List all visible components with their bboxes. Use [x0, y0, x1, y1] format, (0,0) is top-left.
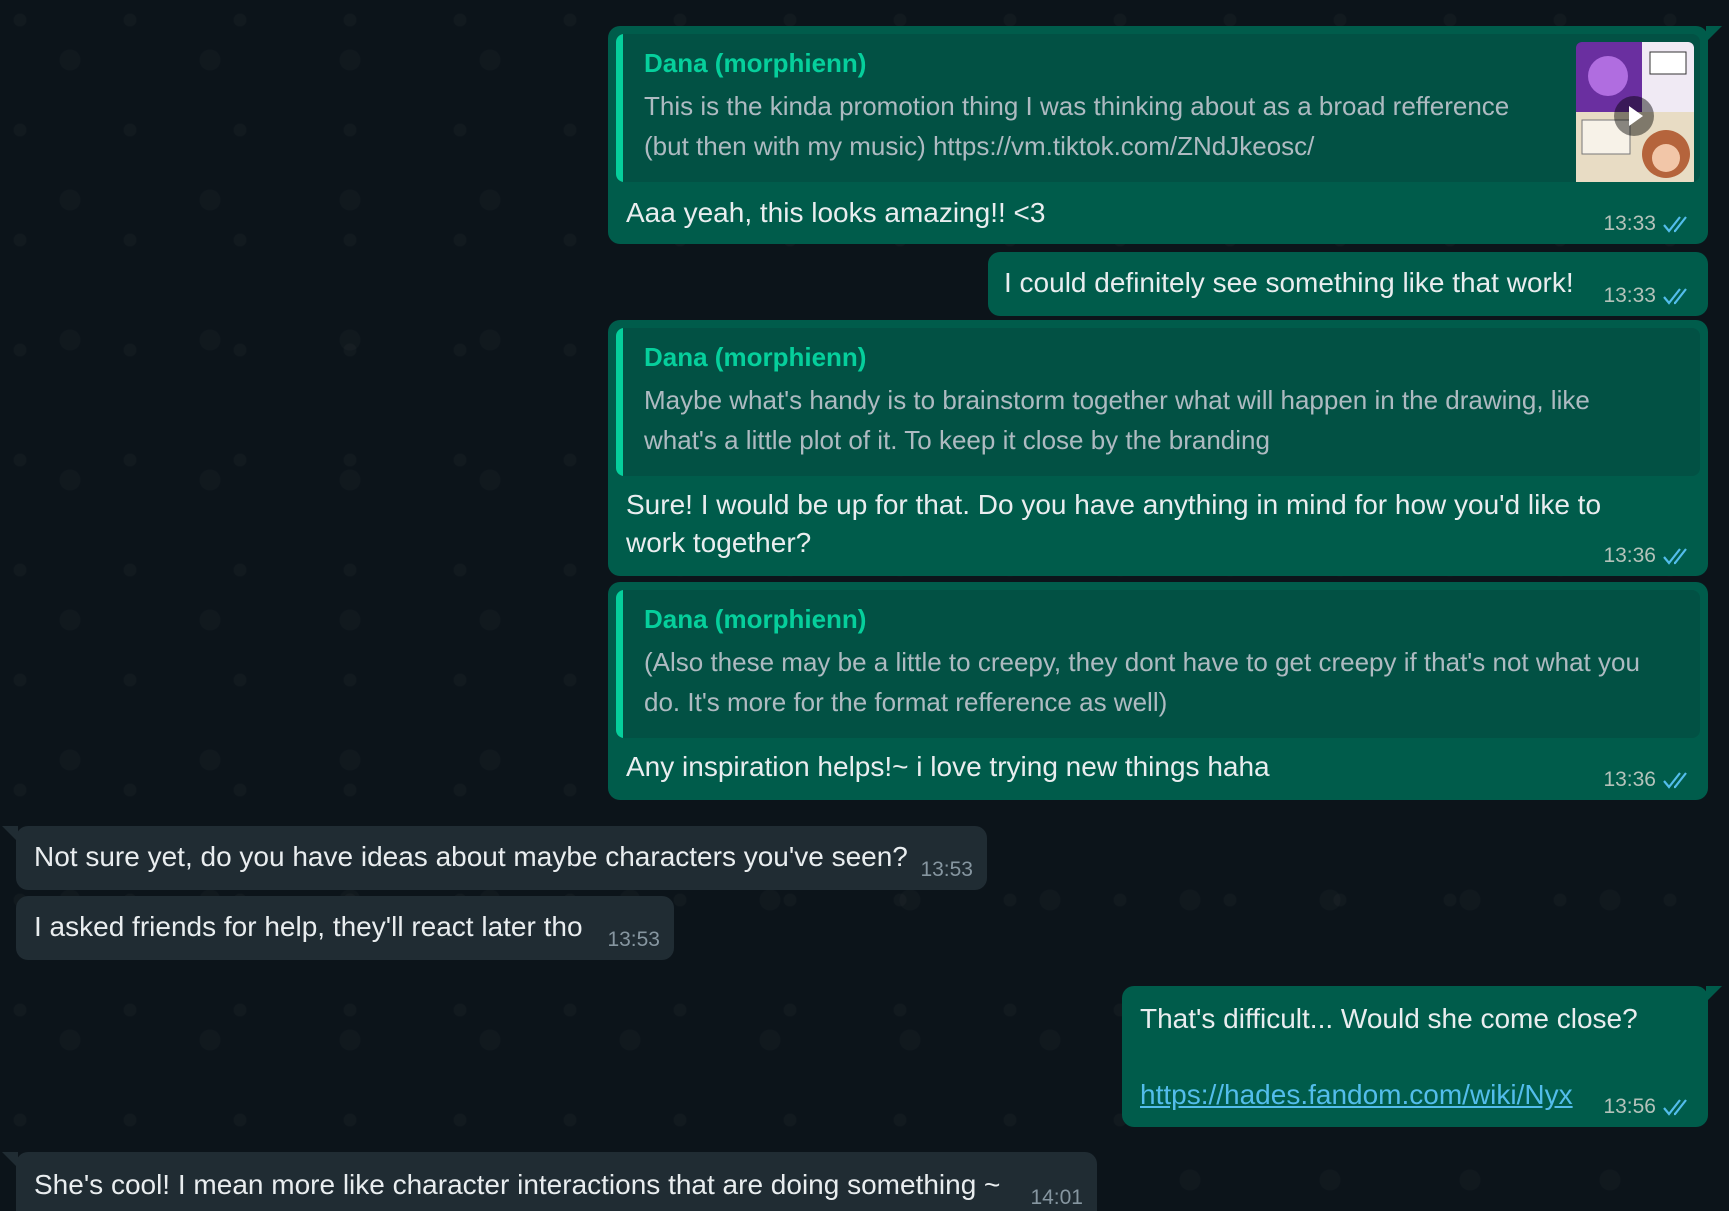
message-bubble-outgoing[interactable]: I could definitely see something like th… [988, 252, 1708, 316]
quote-text-line: what's a little plot of it. To keep it c… [644, 425, 1270, 455]
quote-accent-bar [616, 328, 623, 476]
message-time: 13:33 [1603, 212, 1656, 235]
message-text: I could definitely see something like th… [1004, 267, 1574, 298]
message-meta: 13:36 [1603, 544, 1694, 568]
message-meta: 13:33 [1603, 284, 1694, 308]
double-check-icon [1663, 548, 1687, 565]
message-time: 14:01 [1030, 1186, 1083, 1209]
message-meta: 13:36 [1603, 768, 1694, 792]
message-bubble-outgoing[interactable]: Dana (morphienn) Maybe what's handy is t… [608, 320, 1708, 576]
quote-author: Dana (morphienn) [644, 342, 867, 372]
message-text: She's cool! I mean more like character i… [34, 1169, 1001, 1200]
quote-text-line: Maybe what's handy is to brainstorm toge… [644, 385, 1590, 415]
message-bubble-outgoing[interactable]: Dana (morphienn) (Also these may be a li… [608, 582, 1708, 800]
message-text: Sure! I would be up for that. Do you hav… [626, 489, 1602, 558]
message-bubble-incoming[interactable]: Not sure yet, do you have ideas about ma… [2, 826, 987, 890]
double-check-icon [1663, 288, 1687, 305]
message-text: I asked friends for help, they'll react … [34, 911, 583, 942]
message-text: Any inspiration helps!~ i love trying ne… [626, 751, 1270, 782]
message-link[interactable]: https://hades.fandom.com/wiki/Nyx [1140, 1076, 1573, 1114]
play-icon[interactable] [1614, 96, 1654, 136]
bubble-tail [1706, 986, 1722, 1002]
message-time: 13:36 [1603, 544, 1656, 567]
bubble-tail [2, 826, 18, 842]
message-text: Not sure yet, do you have ideas about ma… [34, 841, 908, 872]
bubble-tail [2, 1152, 18, 1168]
quote-text-line: This is the kinda promotion thing I was … [644, 91, 1510, 121]
quote-text: Maybe what's handy is to brainstorm toge… [644, 380, 1590, 460]
message-bubble-outgoing[interactable]: That's difficult... Would she come close… [1122, 986, 1722, 1127]
message-bubble-incoming[interactable]: She's cool! I mean more like character i… [2, 1152, 1097, 1211]
quoted-message[interactable]: Dana (morphienn) (Also these may be a li… [616, 590, 1700, 738]
chat-panel: Dana (morphienn) This is the kinda promo… [0, 0, 1729, 1211]
bubble-tail [1706, 26, 1722, 42]
double-check-icon [1663, 1099, 1687, 1116]
message-time: 13:36 [1603, 768, 1656, 791]
message-time: 13:33 [1603, 284, 1656, 307]
quote-author: Dana (morphienn) [644, 48, 867, 78]
quoted-message[interactable]: Dana (morphienn) Maybe what's handy is t… [616, 328, 1700, 476]
message-meta: 13:53 [607, 928, 660, 952]
message-text: That's difficult... Would she come close… [1140, 1003, 1638, 1034]
message-meta: 13:33 [1603, 212, 1694, 236]
quote-text-line: do. It's more for the format refference … [644, 687, 1168, 717]
quote-text: This is the kinda promotion thing I was … [644, 86, 1509, 166]
message-meta: 14:01 [1030, 1186, 1083, 1210]
quoted-message[interactable]: Dana (morphienn) This is the kinda promo… [616, 34, 1700, 182]
double-check-icon [1663, 772, 1687, 789]
message-time: 13:56 [1603, 1095, 1656, 1118]
double-check-icon [1663, 216, 1687, 233]
quote-author: Dana (morphienn) [644, 604, 867, 634]
message-bubble-incoming[interactable]: I asked friends for help, they'll react … [16, 896, 674, 960]
quote-text-line: (but then with my music) https://vm.tikt… [644, 131, 1315, 161]
message-text: Aaa yeah, this looks amazing!! <3 [626, 197, 1046, 228]
quote-accent-bar [616, 34, 623, 182]
video-thumbnail[interactable] [1576, 42, 1694, 182]
message-time: 13:53 [607, 928, 660, 951]
message-meta: 13:56 [1603, 1095, 1694, 1119]
message-time: 13:53 [920, 858, 973, 881]
quote-text: (Also these may be a little to creepy, t… [644, 642, 1640, 722]
message-bubble-outgoing[interactable]: Dana (morphienn) This is the kinda promo… [608, 26, 1722, 244]
message-meta: 13:53 [920, 858, 973, 882]
quote-accent-bar [616, 590, 623, 738]
quote-text-line: (Also these may be a little to creepy, t… [644, 647, 1640, 677]
